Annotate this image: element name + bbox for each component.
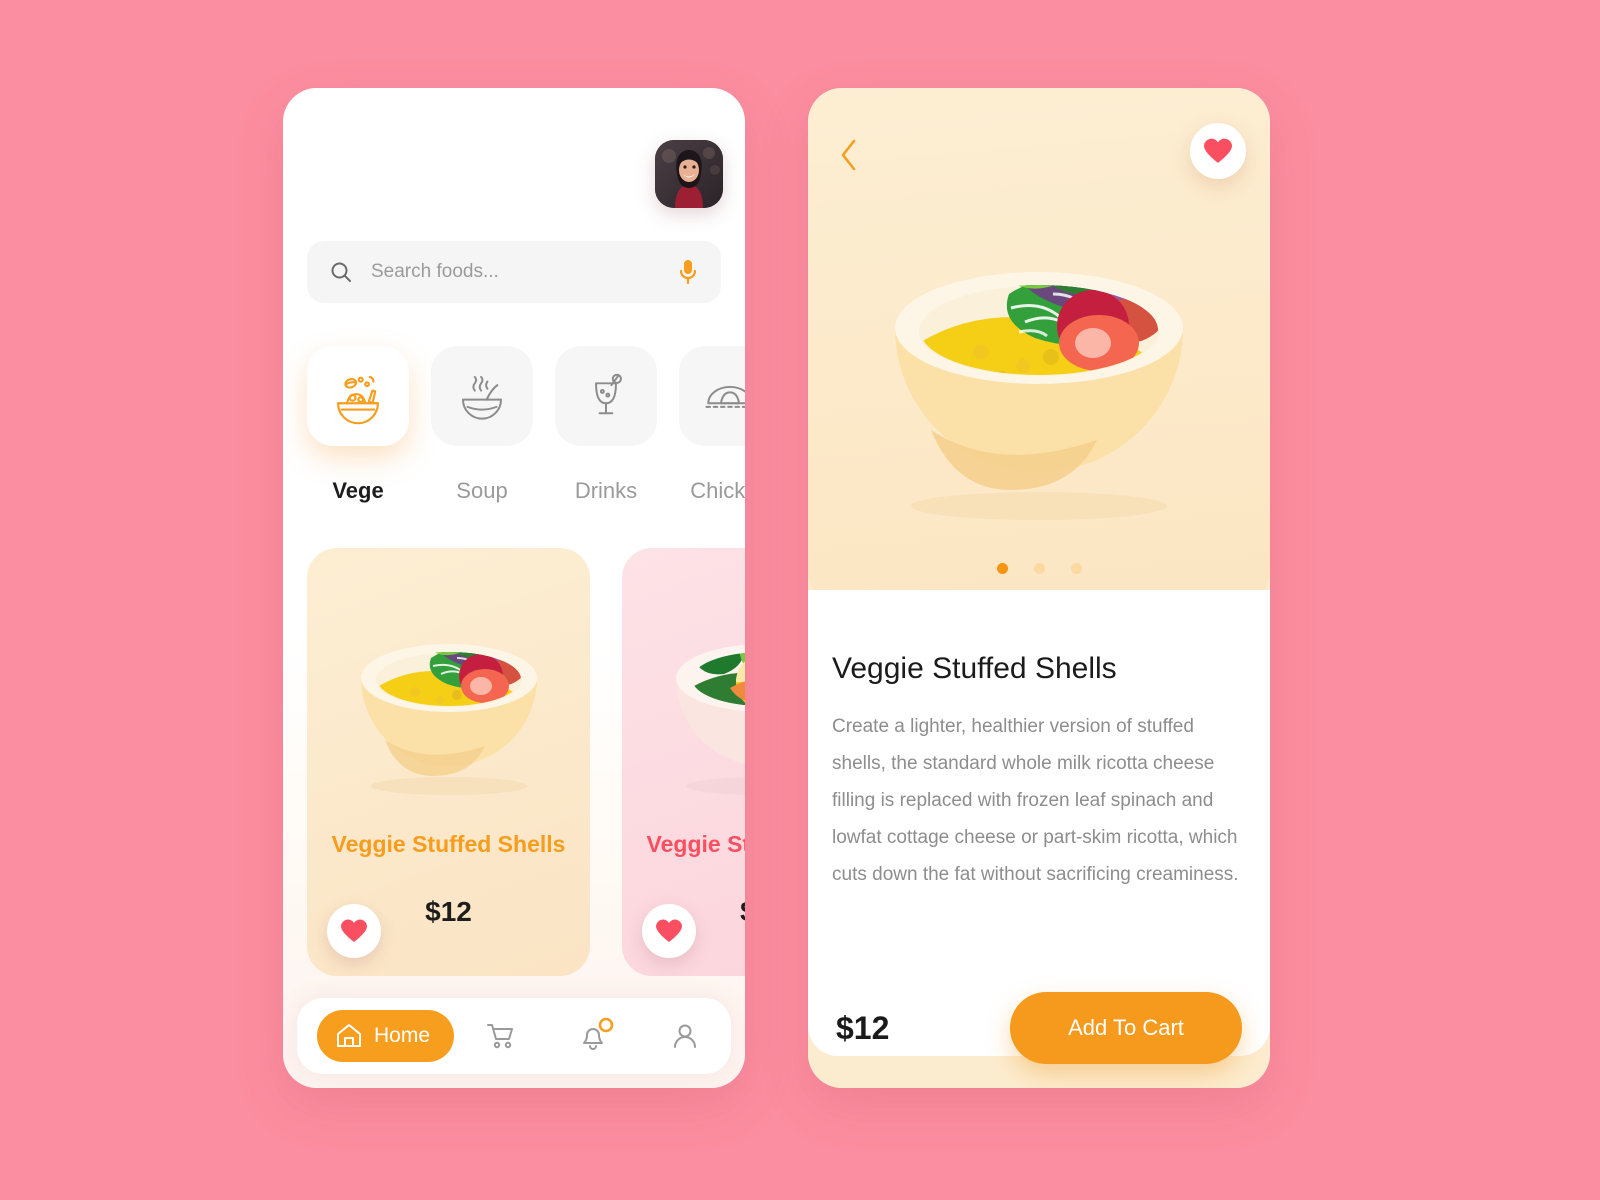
favorite-button[interactable] (1190, 123, 1246, 179)
category-item-vege[interactable]: Vege (307, 346, 409, 526)
category-item-drinks[interactable]: Drinks (555, 346, 657, 526)
roast-dome-icon (705, 385, 745, 408)
person-icon (673, 1024, 696, 1048)
food-card-name: Veggie Stuffed Shells (331, 831, 566, 857)
search-input[interactable] (371, 261, 677, 283)
detail-price: $12 (836, 1009, 890, 1046)
detail-screen-content: Veggie Stuffed Shells Create a lighter, … (808, 88, 1270, 1088)
nav-item-home[interactable]: Home (317, 1010, 455, 1062)
chevron-left-icon (841, 139, 856, 171)
notification-badge (598, 1017, 613, 1033)
carousel-dot[interactable] (996, 563, 1008, 574)
heart-icon (1204, 138, 1232, 163)
phone-detail-screen: Veggie Stuffed Shells Create a lighter, … (808, 88, 1270, 1088)
detail-title: Veggie Stuffed Shells (832, 652, 1117, 685)
cart-icon (487, 1024, 514, 1049)
carousel-dots (808, 563, 1270, 574)
search-icon (331, 262, 351, 282)
category-item-chicken[interactable]: Chicken (679, 346, 745, 526)
category-label: Soup (456, 478, 508, 503)
food-illustration (675, 644, 745, 795)
salad-bowl-icon (336, 375, 380, 425)
home-icon (337, 1024, 361, 1047)
category-tile (679, 346, 745, 446)
category-label: Vege (332, 478, 384, 503)
hero-food-illustration (895, 272, 1183, 520)
nav-item-cart[interactable] (480, 1016, 520, 1056)
heart-icon (341, 919, 367, 942)
home-screen-content: Vege Soup (283, 88, 745, 1088)
search-bar[interactable] (307, 241, 721, 303)
soup-bowl-icon (461, 375, 503, 420)
carousel-dot[interactable] (1033, 563, 1045, 574)
category-label: Drinks (574, 478, 638, 503)
food-card-list: Veggie Stuffed Shells $12 Veggie S (283, 548, 745, 978)
avatar-image (655, 140, 723, 208)
nav-item-notifications[interactable] (573, 1016, 613, 1056)
category-item-soup[interactable]: Soup (431, 346, 533, 526)
microphone-icon[interactable] (677, 258, 699, 286)
nav-secondary-items (454, 1016, 731, 1056)
bottom-navigation: Home (297, 998, 731, 1074)
nav-item-profile[interactable] (665, 1016, 705, 1056)
carousel-dot[interactable] (1070, 563, 1082, 574)
food-card-name: Veggie Stuffed Shells (646, 831, 745, 857)
category-list: Vege Soup Drinks Chick (283, 346, 745, 526)
category-tile (431, 346, 533, 446)
category-tile (555, 346, 657, 446)
add-to-cart-button[interactable]: Add To Cart (1010, 992, 1242, 1064)
hero-image-panel (808, 88, 1270, 602)
cocktail-icon (595, 373, 622, 415)
category-label: Chicken (690, 478, 745, 503)
avatar[interactable] (655, 140, 723, 208)
favorite-button[interactable] (327, 904, 381, 958)
phone-home-screen: Vege Soup (283, 88, 745, 1088)
detail-description: Create a lighter, healthier version of s… (832, 716, 1239, 885)
nav-home-label: Home (374, 1024, 431, 1047)
food-illustration (360, 644, 537, 795)
category-tile (307, 346, 409, 446)
favorite-button[interactable] (642, 904, 696, 958)
heart-icon (656, 919, 682, 942)
detail-action-bar: $12 Add To Cart (808, 968, 1270, 1088)
food-card[interactable]: Veggie Stuffed Shells $12 (307, 548, 590, 976)
back-button[interactable] (830, 133, 868, 177)
food-card[interactable]: Veggie Stuffed Shells $12 (622, 548, 745, 976)
